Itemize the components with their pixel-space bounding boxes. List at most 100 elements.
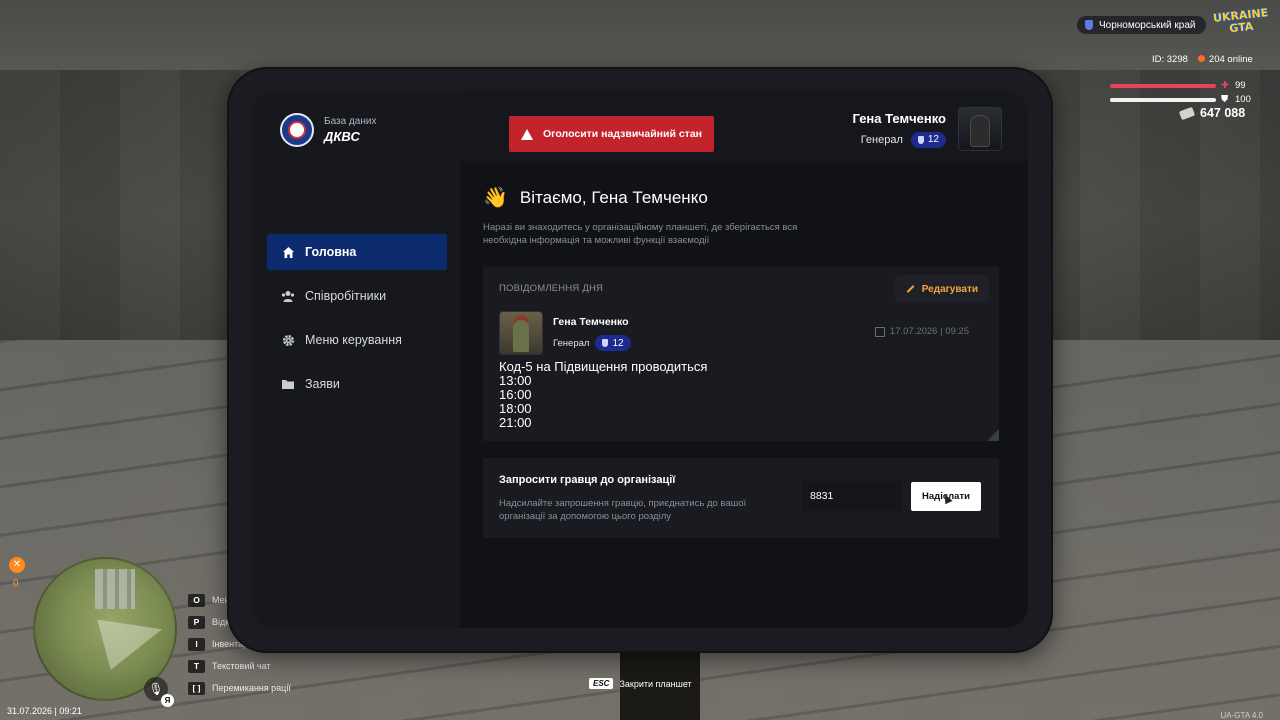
home-icon bbox=[281, 245, 295, 259]
author-rank: Генерал bbox=[553, 337, 590, 349]
minimap-view-cone bbox=[97, 604, 169, 670]
esc-key-badge: ESC bbox=[589, 678, 614, 689]
message-date-text: 17.07.2026 | 09:25 bbox=[889, 326, 969, 337]
level-shield-icon bbox=[917, 135, 924, 144]
brand-name: ДКВС bbox=[324, 129, 360, 144]
health-value: 99 bbox=[1235, 80, 1246, 91]
message-line: 13:00 bbox=[499, 373, 532, 388]
invite-title: Запросити гравця до організації bbox=[499, 474, 676, 486]
welcome-header: 👋 Вітаємо, Гена Темченко bbox=[483, 185, 708, 210]
health-bar bbox=[1110, 84, 1216, 88]
emergency-button-label: Оголосити надзвичайний стан bbox=[543, 128, 702, 140]
main-content: 👋 Вітаємо, Гена Темченко Наразі ви знахо… bbox=[460, 161, 1028, 628]
keybind-row: [ ] Перемикання рації bbox=[188, 677, 291, 699]
region-name: Чорноморський край bbox=[1099, 19, 1196, 31]
money-icon bbox=[1178, 106, 1196, 120]
level-badge: 12 bbox=[595, 335, 631, 351]
message-line: Код-5 на Підвищення проводиться bbox=[499, 359, 708, 374]
server-stats: ID: 3298 204 online bbox=[1152, 54, 1253, 65]
avatar bbox=[958, 107, 1002, 151]
game-logo-text: UKRAINE GTA bbox=[1212, 6, 1269, 36]
sidebar-item-employees[interactable]: Співробітники bbox=[267, 278, 447, 314]
money-value: 647 088 bbox=[1200, 106, 1246, 120]
users-icon bbox=[281, 289, 295, 303]
player-id: ID: 3298 bbox=[1152, 54, 1188, 65]
game-datetime: 31.07.2026 | 09:21 bbox=[7, 706, 82, 716]
level-badge: 12 bbox=[910, 131, 946, 148]
sidebar-nav: Головна Співробітники Меню керування Зая… bbox=[267, 234, 447, 410]
invite-description: Надсилайте запрошення гравцю, приєднатис… bbox=[499, 498, 747, 522]
org-brand: База даних ДКВС bbox=[280, 113, 376, 147]
sidebar-item-label: Меню керування bbox=[305, 333, 402, 347]
sidebar-item-home[interactable]: Головна bbox=[267, 234, 447, 270]
online-count-text: 204 online bbox=[1208, 54, 1253, 65]
brand-subtitle: База даних bbox=[324, 116, 377, 127]
emergency-button[interactable]: Оголосити надзвичайний стан bbox=[509, 116, 714, 152]
motd-label: ПОВІДОМЛЕННЯ ДНЯ bbox=[499, 283, 604, 294]
warning-icon bbox=[521, 128, 533, 140]
keybind-label: Перемикання рації bbox=[212, 683, 291, 693]
online-dot-icon bbox=[1197, 55, 1205, 62]
game-logo: UKRAINE GTA bbox=[1212, 6, 1270, 42]
money-display: 647 088 bbox=[1178, 106, 1246, 120]
close-tablet-hint: ESC Закрити планшет bbox=[589, 678, 692, 689]
edit-button-label: Редагувати bbox=[921, 283, 978, 295]
version-label: UA-GTA 4.0 bbox=[1220, 711, 1263, 720]
pencil-icon bbox=[906, 285, 915, 293]
user-profile: Гена Темченко Генерал 12 bbox=[852, 107, 1002, 151]
profile-name: Гена Темченко bbox=[852, 110, 946, 126]
resize-handle[interactable] bbox=[987, 429, 999, 441]
background-wall bbox=[0, 0, 1280, 70]
folder-icon bbox=[281, 377, 295, 391]
message-line: 21:00 bbox=[499, 415, 532, 430]
waving-hand-icon: 👋 bbox=[483, 187, 508, 209]
edit-button[interactable]: Редагувати bbox=[894, 275, 989, 303]
health-plus-icon: ✚ bbox=[1221, 80, 1229, 91]
author-avatar bbox=[499, 311, 543, 355]
calendar-icon bbox=[874, 326, 885, 337]
message-line: 18:00 bbox=[499, 401, 532, 416]
sidebar-item-label: Співробітники bbox=[305, 289, 387, 303]
key-badge: T bbox=[188, 659, 205, 673]
org-emblem-icon bbox=[280, 113, 314, 147]
key-badge: P bbox=[188, 615, 205, 629]
tablet-frame: База даних ДКВС Головна Співробітники Ме… bbox=[227, 67, 1053, 653]
profile-rank: Генерал bbox=[860, 133, 903, 146]
author-rank-row: Генерал 12 bbox=[553, 335, 631, 351]
level-value: 12 bbox=[612, 337, 624, 349]
level-value: 12 bbox=[927, 134, 939, 145]
mic-key-badge: Я bbox=[161, 694, 174, 707]
keybind-label: Текстовий чат bbox=[212, 661, 271, 671]
armor-bar bbox=[1110, 98, 1216, 102]
armor-value: 100 bbox=[1235, 94, 1251, 105]
message-date: 17.07.2026 | 09:25 bbox=[874, 326, 969, 337]
close-tablet-label: Закрити планшет bbox=[619, 678, 692, 689]
minimap-building bbox=[95, 569, 135, 609]
keybind-row: T Текстовий чат bbox=[188, 655, 291, 677]
invite-panel: Запросити гравця до організації Надсилай… bbox=[483, 458, 999, 538]
message-of-the-day: ПОВІДОМЛЕННЯ ДНЯ Редагувати Гена Темченк… bbox=[483, 267, 999, 441]
author-name: Гена Темченко bbox=[553, 316, 629, 328]
sidebar-item-applications[interactable]: Заяви bbox=[267, 366, 447, 402]
region-indicator: Чорноморський край bbox=[1077, 16, 1206, 34]
sidebar: База даних ДКВС Головна Співробітники Ме… bbox=[252, 91, 460, 628]
sidebar-item-label: Заяви bbox=[305, 377, 340, 391]
gear-icon bbox=[281, 333, 295, 347]
level-shield-icon bbox=[602, 339, 609, 347]
message-line: 16:00 bbox=[499, 387, 532, 402]
key-badge: I bbox=[188, 637, 205, 651]
welcome-description: Наразі ви знаходитесь у організаційному … bbox=[483, 222, 798, 246]
player-id-input[interactable] bbox=[802, 481, 902, 511]
online-count: 204 online bbox=[1197, 54, 1253, 65]
sidebar-item-control-menu[interactable]: Меню керування bbox=[267, 322, 447, 358]
hunger-icon: ✕ bbox=[9, 557, 25, 573]
key-badge: [ ] bbox=[188, 681, 205, 695]
page-title: Вітаємо, Гена Темченко bbox=[519, 187, 708, 207]
hunger-value: 0 bbox=[13, 578, 19, 589]
tablet-screen: База даних ДКВС Головна Співробітники Ме… bbox=[252, 91, 1028, 628]
sidebar-item-label: Головна bbox=[305, 245, 357, 259]
region-shield-icon bbox=[1085, 20, 1093, 30]
key-badge: O bbox=[188, 593, 205, 607]
armor-shield-icon: ⛊ bbox=[1221, 94, 1229, 105]
message-body: Код-5 на Підвищення проводиться 13:00 16… bbox=[499, 360, 707, 430]
